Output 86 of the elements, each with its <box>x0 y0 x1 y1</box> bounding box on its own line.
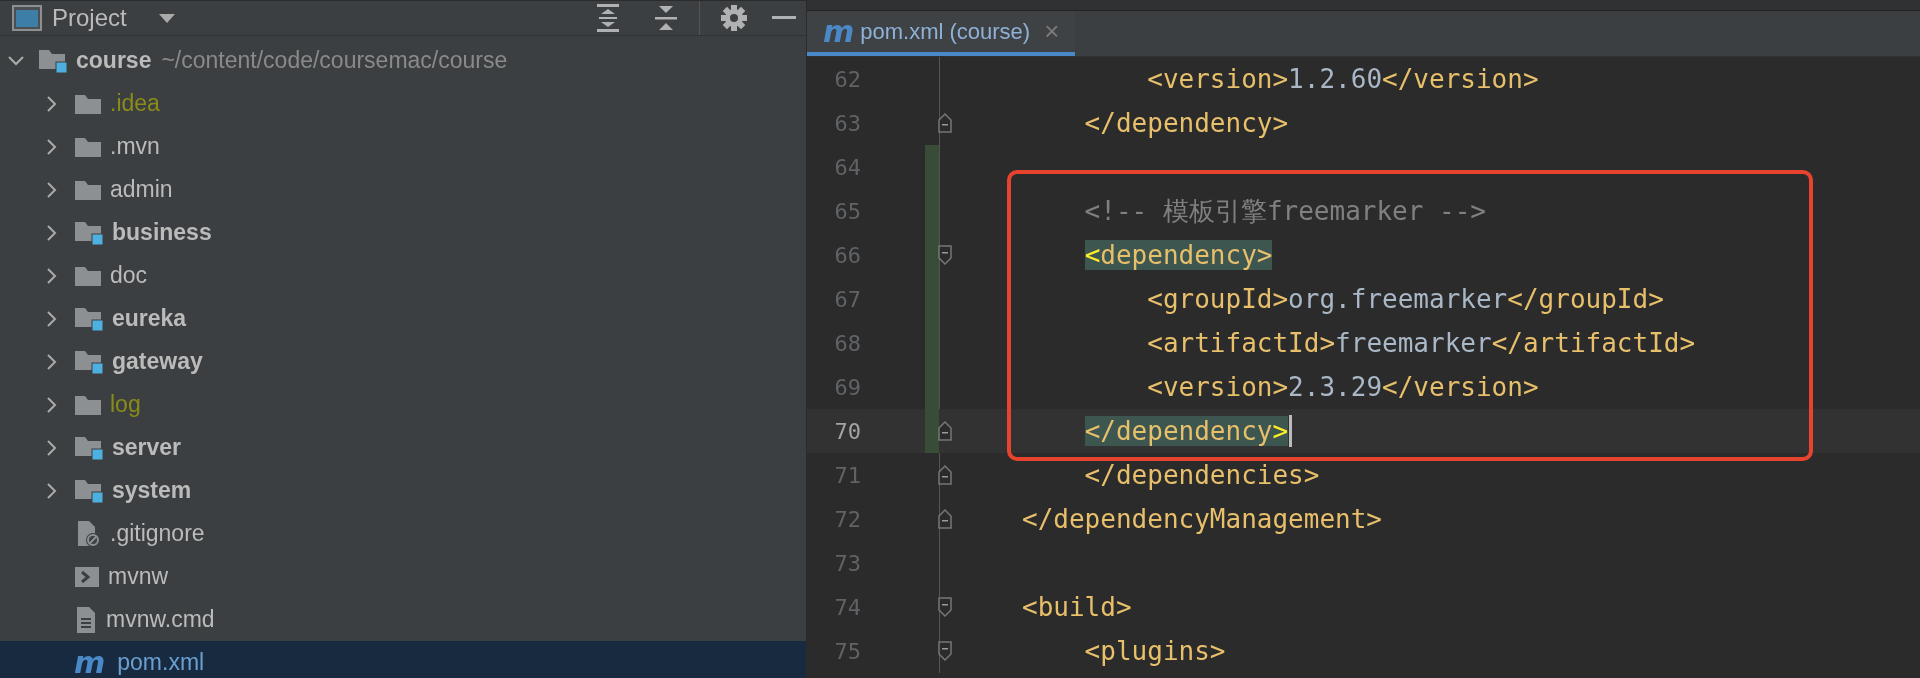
code-line: <version>1.2.60</version> <box>1146 63 1539 96</box>
line-number: 66 <box>833 242 861 268</box>
module-folder-icon <box>74 477 104 504</box>
tree-item[interactable]: system <box>0 469 806 512</box>
line-number: 67 <box>833 286 861 312</box>
dropdown-caret-icon[interactable] <box>156 12 177 24</box>
line-number: 70 <box>833 418 861 444</box>
tree-item[interactable]: eureka <box>0 297 806 340</box>
item-label: .mvn <box>110 133 160 160</box>
item-label: server <box>112 434 182 461</box>
item-label: .gitignore <box>110 520 205 547</box>
line-number: 62 <box>833 66 861 92</box>
minimize-icon[interactable] <box>772 16 796 20</box>
fold-icon[interactable] <box>937 508 953 530</box>
tab-label: pom.xml (course) <box>860 18 1031 45</box>
tree-item[interactable]: server <box>0 426 806 469</box>
item-label: system <box>112 477 192 504</box>
item-label: admin <box>110 176 173 203</box>
folder-icon <box>74 92 102 115</box>
tree-item[interactable]: doc <box>0 254 806 297</box>
line-number: 64 <box>833 154 861 180</box>
module-folder-icon <box>38 47 68 74</box>
tree-item[interactable]: .idea <box>0 82 806 125</box>
item-path: ~/content/code/coursemac/course <box>161 47 508 74</box>
collapse-all-icon[interactable] <box>653 3 679 33</box>
module-folder-icon <box>74 434 104 461</box>
folder-icon <box>74 178 102 201</box>
line-number: 68 <box>833 330 861 356</box>
fold-icon[interactable] <box>937 244 953 266</box>
fold-icon[interactable] <box>937 640 953 662</box>
code-line: <groupId>org.freemarker</groupId> <box>1146 283 1664 316</box>
item-label: .idea <box>110 90 160 117</box>
folder-icon <box>74 135 102 158</box>
text-file-icon <box>74 605 98 634</box>
line-number: 69 <box>833 374 861 400</box>
item-label: gateway <box>112 348 203 375</box>
tree-item[interactable]: business <box>0 211 806 254</box>
expand-all-icon[interactable] <box>595 3 621 33</box>
tree-item[interactable]: mvnw <box>0 555 806 598</box>
code-line: <artifactId>freemarker</artifactId> <box>1146 327 1696 360</box>
item-label: course <box>76 47 152 74</box>
item-label: business <box>112 219 212 246</box>
settings-icon[interactable] <box>720 4 748 32</box>
folder-icon <box>74 393 102 416</box>
line-number: 65 <box>833 198 861 224</box>
matched-tag: <dependency> <box>1084 240 1273 270</box>
module-folder-icon <box>74 305 104 332</box>
line-number: 73 <box>833 550 861 576</box>
module-folder-icon <box>74 219 104 246</box>
line-number: 71 <box>833 462 861 488</box>
code-line: <!-- 模板引擎freemarker --> <box>1083 194 1487 228</box>
module-folder-icon <box>74 348 104 375</box>
item-label: mvnw.cmd <box>106 606 215 633</box>
panel-title[interactable]: Project <box>52 4 127 32</box>
tree-item[interactable]: gateway <box>0 340 806 383</box>
tree-item[interactable]: mvnw.cmd <box>0 598 806 641</box>
tree-item[interactable]: .gitignore <box>0 512 806 555</box>
code-line: </dependencyManagement> <box>1022 503 1383 536</box>
folder-icon <box>74 264 102 287</box>
line-number: 75 <box>833 638 861 664</box>
item-label: log <box>110 391 141 418</box>
line-number: 63 <box>833 110 861 136</box>
tree-item[interactable]: .mvn <box>0 125 806 168</box>
code-line: <plugins> <box>1083 635 1226 668</box>
tree-item[interactable]: admin <box>0 168 806 211</box>
terminal-icon <box>74 564 100 589</box>
fold-icon[interactable] <box>937 596 953 618</box>
tree-item[interactable]: m pom.xml <box>0 641 806 678</box>
maven-icon: m <box>823 14 853 49</box>
code-line: </dependencies> <box>1083 459 1320 492</box>
code-line: <build> <box>1022 591 1132 624</box>
matched-tag: </dependency> <box>1084 416 1289 446</box>
item-label: mvnw <box>108 563 169 590</box>
code-line: </dependency> <box>1083 107 1289 140</box>
item-label: eureka <box>112 305 187 332</box>
fold-icon[interactable] <box>937 464 953 486</box>
code-line: <version>2.3.29</version> <box>1146 371 1539 404</box>
line-number: 72 <box>833 506 861 532</box>
tree-item[interactable]: course ~/content/code/coursemac/course <box>0 39 806 82</box>
maven-icon: m <box>74 647 104 678</box>
item-label: pom.xml <box>117 649 205 676</box>
line-number: 74 <box>833 594 861 620</box>
window-icon <box>12 5 42 31</box>
item-label: doc <box>110 262 148 289</box>
fold-icon[interactable] <box>937 112 953 134</box>
tree-item[interactable]: log <box>0 383 806 426</box>
